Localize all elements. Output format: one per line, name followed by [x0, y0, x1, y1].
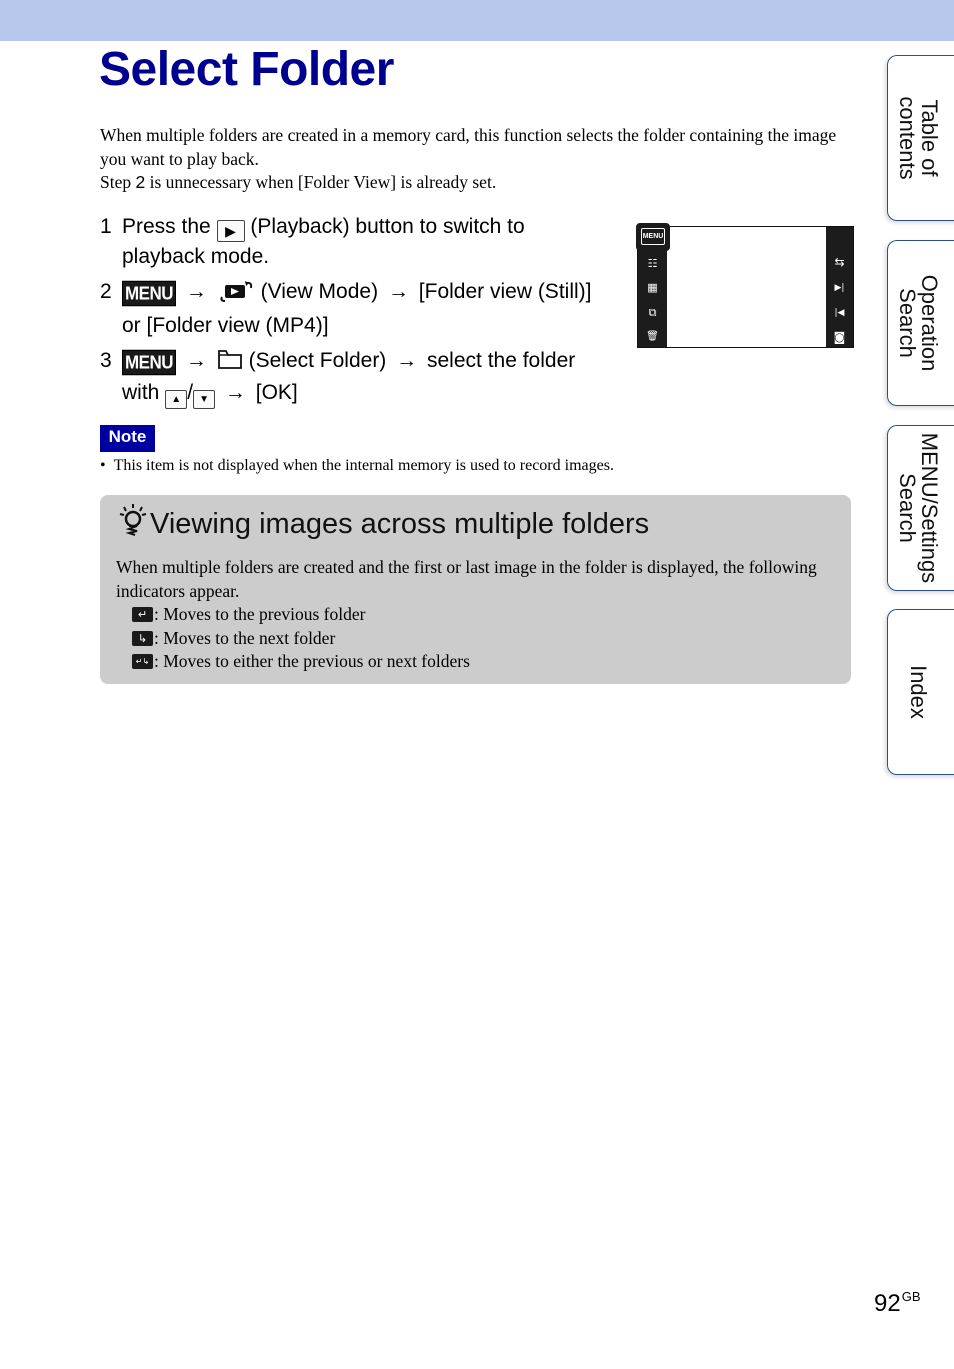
- arrow-icon: →: [185, 280, 207, 303]
- tip-title: Viewing images across multiple folders: [118, 503, 649, 548]
- note-item: • This item is not displayed when the in…: [100, 456, 614, 476]
- page-number-value: 92: [874, 1290, 901, 1317]
- tab-table-of-contents[interactable]: Table of contents: [887, 55, 954, 221]
- slideshow-icon: ⧉: [648, 306, 657, 319]
- tab-label: Table of contents: [895, 96, 942, 180]
- either-folder-icon: ↵↳: [132, 654, 153, 670]
- step-text-pre: Press the: [122, 215, 211, 238]
- next-icon: ▶|: [834, 283, 845, 293]
- page-number: 92GB: [874, 1289, 921, 1318]
- camera-screen-illustration: MENU ☷ ▦ ⧉ 🗑 ⇆ ▶| |◀ ◙: [636, 223, 854, 348]
- page-title: Select Folder: [99, 43, 394, 96]
- note-text: This item is not displayed when the inte…: [113, 457, 614, 474]
- trash-icon: 🗑: [646, 331, 659, 342]
- step-1: 1 Press the ▶ (Playback) button to switc…: [100, 212, 610, 271]
- arrow-icon: →: [387, 280, 409, 303]
- folder-icon: [217, 348, 243, 378]
- tab-operation-search[interactable]: Operation Search: [887, 240, 954, 406]
- scroll-arrows-icon: ⇆: [834, 255, 845, 269]
- menu-icon: MENU: [122, 349, 177, 376]
- tip-box: Viewing images across multiple folders W…: [100, 495, 851, 684]
- previous-icon: |◀: [834, 308, 845, 318]
- arrow-icon: →: [224, 381, 246, 404]
- tab-index[interactable]: Index: [887, 609, 954, 775]
- steps-list: 1 Press the ▶ (Playback) button to switc…: [100, 212, 610, 415]
- camera-icon: ◙: [833, 330, 846, 344]
- step-text-post: (View Mode): [260, 280, 379, 303]
- lightbulb-icon: [118, 503, 148, 548]
- intro-text: When multiple folders are created in a m…: [100, 124, 850, 195]
- tip-title-text: Viewing images across multiple folders: [150, 508, 650, 540]
- down-button-icon: ▼: [193, 390, 216, 409]
- tab-menu-settings-search[interactable]: MENU/Settings Search: [887, 425, 954, 591]
- next-folder-icon: ↳: [132, 630, 153, 646]
- page-suffix: GB: [901, 1289, 921, 1304]
- step-number: 3: [100, 349, 112, 372]
- intro-step-post: is unnecessary when [Folder View] is alr…: [145, 172, 497, 192]
- step-number: 2: [100, 280, 112, 303]
- up-button-icon: ▲: [165, 390, 188, 409]
- indicator-text: : Moves to the next folder: [154, 627, 336, 648]
- intro-step-number: 2: [135, 172, 146, 192]
- grid-icon: ▦: [647, 281, 658, 294]
- indicator-item: ↵: Moves to the previous folder: [132, 603, 836, 627]
- intro-step-pre: Step: [100, 172, 136, 192]
- previous-folder-icon: ↵: [132, 607, 153, 623]
- intro-step-note: Step 2 is unnecessary when [Folder View]…: [100, 171, 850, 195]
- arrow-icon: →: [396, 349, 418, 372]
- indicator-item: ↳: Moves to the next folder: [132, 627, 836, 651]
- step-text-post3: [OK]: [255, 381, 298, 404]
- list-icon: ☷: [647, 257, 658, 270]
- step-number: 1: [100, 215, 112, 238]
- screen-menu-label: MENU: [641, 228, 665, 245]
- arrow-icon: →: [185, 349, 207, 372]
- tab-label: Operation Search: [895, 274, 942, 372]
- tip-paragraph: When multiple folders are created and th…: [116, 557, 817, 601]
- intro-paragraph: When multiple folders are created in a m…: [100, 125, 837, 169]
- step-2: 2 MENU → (View Mode) → [Folder view (Sti…: [100, 277, 610, 340]
- menu-icon: MENU: [122, 280, 177, 307]
- view-mode-icon: [217, 279, 255, 311]
- indicator-text: : Moves to either the previous or next f…: [154, 651, 470, 671]
- step-3: 3 MENU → (Select Folder) → select the fo…: [100, 346, 610, 409]
- indicator-text: : Moves to the previous folder: [154, 604, 366, 624]
- playback-button-icon: ▶: [216, 220, 245, 242]
- tab-label: Index: [906, 665, 931, 719]
- tip-body: When multiple folders are created and th…: [116, 556, 836, 674]
- indicator-item: ↵↳: Moves to either the previous or next…: [132, 650, 836, 674]
- tab-label: MENU/Settings Search: [895, 432, 942, 584]
- step-text-post: (Select Folder): [248, 349, 387, 372]
- screen-menu-button: MENU: [636, 223, 670, 251]
- note-label: Note: [100, 425, 155, 452]
- header-band: [0, 0, 954, 41]
- bullet: •: [100, 457, 106, 474]
